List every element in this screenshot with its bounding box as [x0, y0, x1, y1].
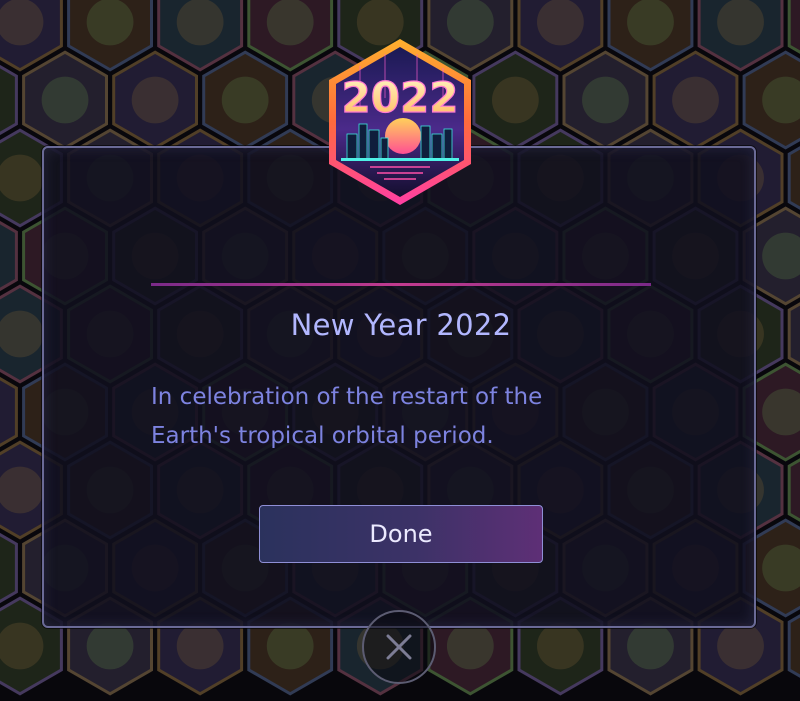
- background-badge-emblem: [446, 622, 494, 670]
- description-line: Earth's tropical orbital period.: [151, 423, 494, 449]
- background-badge-emblem: [266, 0, 314, 46]
- background-badge-emblem: [221, 76, 269, 124]
- background-badge-emblem: [176, 0, 224, 46]
- background-badge-emblem: [582, 76, 629, 124]
- background-badge-emblem: [86, 0, 134, 46]
- badge-dialog: New Year 2022 In celebration of the rest…: [42, 146, 756, 628]
- background-badge-emblem: [266, 622, 314, 670]
- background-badge-emblem: [537, 0, 584, 46]
- background-badge-emblem: [491, 76, 539, 124]
- background-badge-emblem: [536, 622, 584, 670]
- description-line: In celebration of the restart of the: [151, 384, 543, 410]
- background-badge-emblem: [627, 0, 674, 46]
- background-badge-emblem: [717, 0, 764, 46]
- badge-description: In celebration of the restart of the Ear…: [151, 378, 631, 456]
- background-badge-emblem: [86, 622, 134, 670]
- title-divider: [151, 283, 651, 286]
- background-badge-emblem: [627, 622, 674, 670]
- badge-year-text: 2022: [342, 73, 459, 122]
- background-badge-emblem: [176, 622, 224, 670]
- close-button[interactable]: [362, 610, 436, 684]
- background-badge-emblem: [131, 76, 179, 124]
- background-badge-emblem: [41, 76, 89, 124]
- close-icon: [386, 634, 412, 660]
- new-year-2022-badge-icon: 2022: [329, 39, 471, 205]
- background-badge-emblem: [672, 76, 719, 124]
- badge-title: New Year 2022: [290, 308, 512, 342]
- done-button[interactable]: Done: [259, 505, 543, 563]
- background-badge-emblem: [717, 622, 764, 670]
